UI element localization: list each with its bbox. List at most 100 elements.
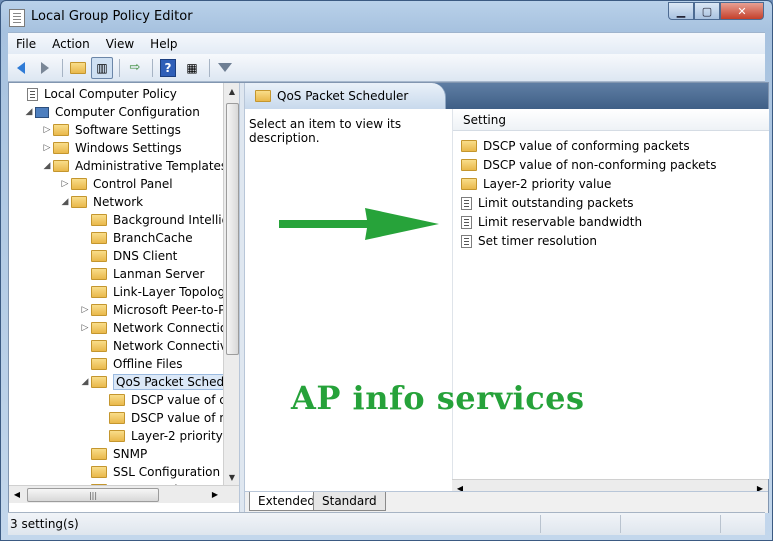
list-item[interactable]: DSCP value of conforming packets — [461, 137, 690, 155]
folder-icon — [53, 160, 69, 172]
toolbar-separator — [62, 58, 63, 77]
tree-node[interactable]: Offline Files — [79, 355, 183, 373]
menu-help[interactable]: Help — [142, 37, 185, 51]
maximize-icon: ▢ — [701, 4, 713, 18]
expander-icon[interactable]: ▷ — [41, 143, 53, 153]
expander-icon[interactable]: ◢ — [41, 161, 53, 171]
tree-node[interactable]: ▷ Network Connectio — [79, 319, 223, 337]
help-button[interactable]: ? — [157, 57, 179, 79]
app-icon — [9, 9, 25, 27]
list-item[interactable]: Limit reservable bandwidth — [461, 213, 642, 231]
tree-node-label: Software Settings — [75, 123, 181, 137]
list-item[interactable]: Limit outstanding packets — [461, 194, 634, 212]
properties-button[interactable]: ▦ — [181, 57, 203, 79]
tree-node[interactable]: ◢ Computer Configuration — [23, 103, 200, 121]
export-list-button[interactable]: ⇨ — [124, 57, 146, 79]
list-item-label: Set timer resolution — [478, 234, 597, 248]
tree-node[interactable]: ◢ Administrative Templates — [41, 157, 223, 175]
tree-node[interactable]: ▷ Control Panel — [59, 175, 173, 193]
tree-node[interactable]: DSCP value of c — [97, 391, 223, 409]
scroll-thumb[interactable] — [226, 103, 239, 355]
toolbar-separator — [119, 58, 120, 77]
scroll-left-icon[interactable]: ◀ — [9, 486, 25, 503]
watermark-text: AP info services — [291, 379, 585, 417]
policy-setting-icon — [461, 215, 472, 229]
tree-vertical-scrollbar[interactable]: ▲ ▼ — [223, 83, 240, 485]
tree-node[interactable]: SNMP — [79, 445, 147, 463]
status-text: 3 setting(s) — [10, 517, 79, 531]
scroll-down-icon[interactable]: ▼ — [224, 469, 240, 485]
tab-standard[interactable]: Standard — [313, 492, 386, 511]
up-folder-button[interactable] — [67, 57, 89, 79]
title-bar: Local Group Policy Editor ▁ ▢ ✕ — [1, 1, 772, 32]
menu-view[interactable]: View — [98, 37, 142, 51]
tree-node[interactable]: ▷ Software Settings — [41, 121, 181, 139]
close-button[interactable]: ✕ — [720, 2, 764, 20]
tree-node[interactable]: DSCP value of n — [97, 409, 223, 427]
policy-setting-icon — [461, 196, 472, 210]
tree-node[interactable]: ◢ QoS Packet Schedu — [79, 373, 223, 391]
tree-node[interactable]: Link-Layer Topolog — [79, 283, 223, 301]
app-window: Local Group Policy Editor ▁ ▢ ✕ File Act… — [0, 0, 773, 541]
scroll-thumb[interactable]: ||| — [27, 488, 159, 502]
expander-icon[interactable]: ◢ — [23, 107, 35, 117]
policy-setting-icon — [461, 234, 472, 248]
list-item-label: Limit outstanding packets — [478, 196, 634, 210]
folder-icon — [91, 286, 107, 298]
tree-node[interactable]: Layer-2 priority — [97, 427, 223, 445]
expander-icon[interactable]: ▷ — [41, 125, 53, 135]
expander-icon[interactable]: ◢ — [59, 197, 71, 207]
properties-icon: ▦ — [186, 60, 198, 75]
details-header: QoS Packet Scheduler — [245, 83, 768, 109]
back-arrow-icon — [17, 61, 25, 74]
expander-icon[interactable]: ▷ — [79, 305, 91, 315]
folder-icon — [461, 178, 477, 190]
menu-action[interactable]: Action — [44, 37, 98, 51]
folder-icon — [255, 90, 271, 102]
expander-icon[interactable]: ▷ — [59, 179, 71, 189]
tree-node-label: Microsoft Peer-to-P — [113, 303, 223, 317]
details-pane: QoS Packet Scheduler Select an item to v… — [245, 83, 769, 513]
scroll-right-icon[interactable]: ▶ — [207, 486, 223, 503]
tree-node[interactable]: SSL Configuration S — [79, 463, 223, 481]
folder-icon — [91, 358, 107, 370]
tree-node[interactable]: Network Connectiv — [79, 337, 223, 355]
tree-node[interactable]: ▷ Windows Settings — [41, 139, 182, 157]
menu-file[interactable]: File — [8, 37, 44, 51]
list-item-label: Layer-2 priority value — [483, 177, 612, 191]
back-button[interactable] — [10, 57, 32, 79]
list-item[interactable]: Layer-2 priority value — [461, 175, 611, 193]
description-text: Select an item to view its description. — [249, 117, 402, 145]
expander-icon[interactable]: ▷ — [79, 323, 91, 333]
folder-icon — [91, 340, 107, 352]
list-item[interactable]: Set timer resolution — [461, 232, 597, 250]
open-folder-icon — [91, 376, 107, 388]
list-item[interactable]: DSCP value of non-conforming packets — [461, 156, 716, 174]
forward-button[interactable] — [34, 57, 56, 79]
expander-icon[interactable]: ◢ — [79, 377, 91, 387]
tree-node[interactable]: BranchCache — [79, 229, 193, 247]
status-cell — [540, 515, 621, 533]
filter-icon — [218, 63, 232, 72]
status-bar: 3 setting(s) — [8, 512, 765, 535]
tree-node-label: DSCP value of c — [131, 393, 223, 407]
show-hide-tree-button[interactable]: ▥ — [91, 56, 113, 79]
tree-node[interactable]: Local Computer Policy — [15, 85, 177, 103]
folder-icon — [109, 394, 125, 406]
tree-node-label: DSCP value of n — [131, 411, 223, 425]
tree-node-label: SNMP — [113, 447, 148, 461]
tree-node-label: Background Intellig — [113, 213, 223, 227]
filter-button[interactable] — [214, 57, 236, 79]
column-header-setting[interactable]: Setting — [453, 109, 769, 131]
tree-node[interactable]: ◢ Network — [59, 193, 144, 211]
maximize-button[interactable]: ▢ — [694, 2, 720, 20]
folder-icon — [461, 140, 477, 152]
tree-node[interactable]: ▷ Microsoft Peer-to-P — [79, 301, 223, 319]
tree-node[interactable]: DNS Client — [79, 247, 177, 265]
tree-node[interactable]: Background Intellig — [79, 211, 223, 229]
tree-horizontal-scrollbar[interactable]: ◀ ||| ▶ — [9, 485, 239, 503]
tree-node[interactable]: Lanman Server — [79, 265, 204, 283]
scroll-up-icon[interactable]: ▲ — [224, 83, 240, 99]
folder-icon — [461, 159, 477, 171]
minimize-button[interactable]: ▁ — [668, 2, 694, 20]
